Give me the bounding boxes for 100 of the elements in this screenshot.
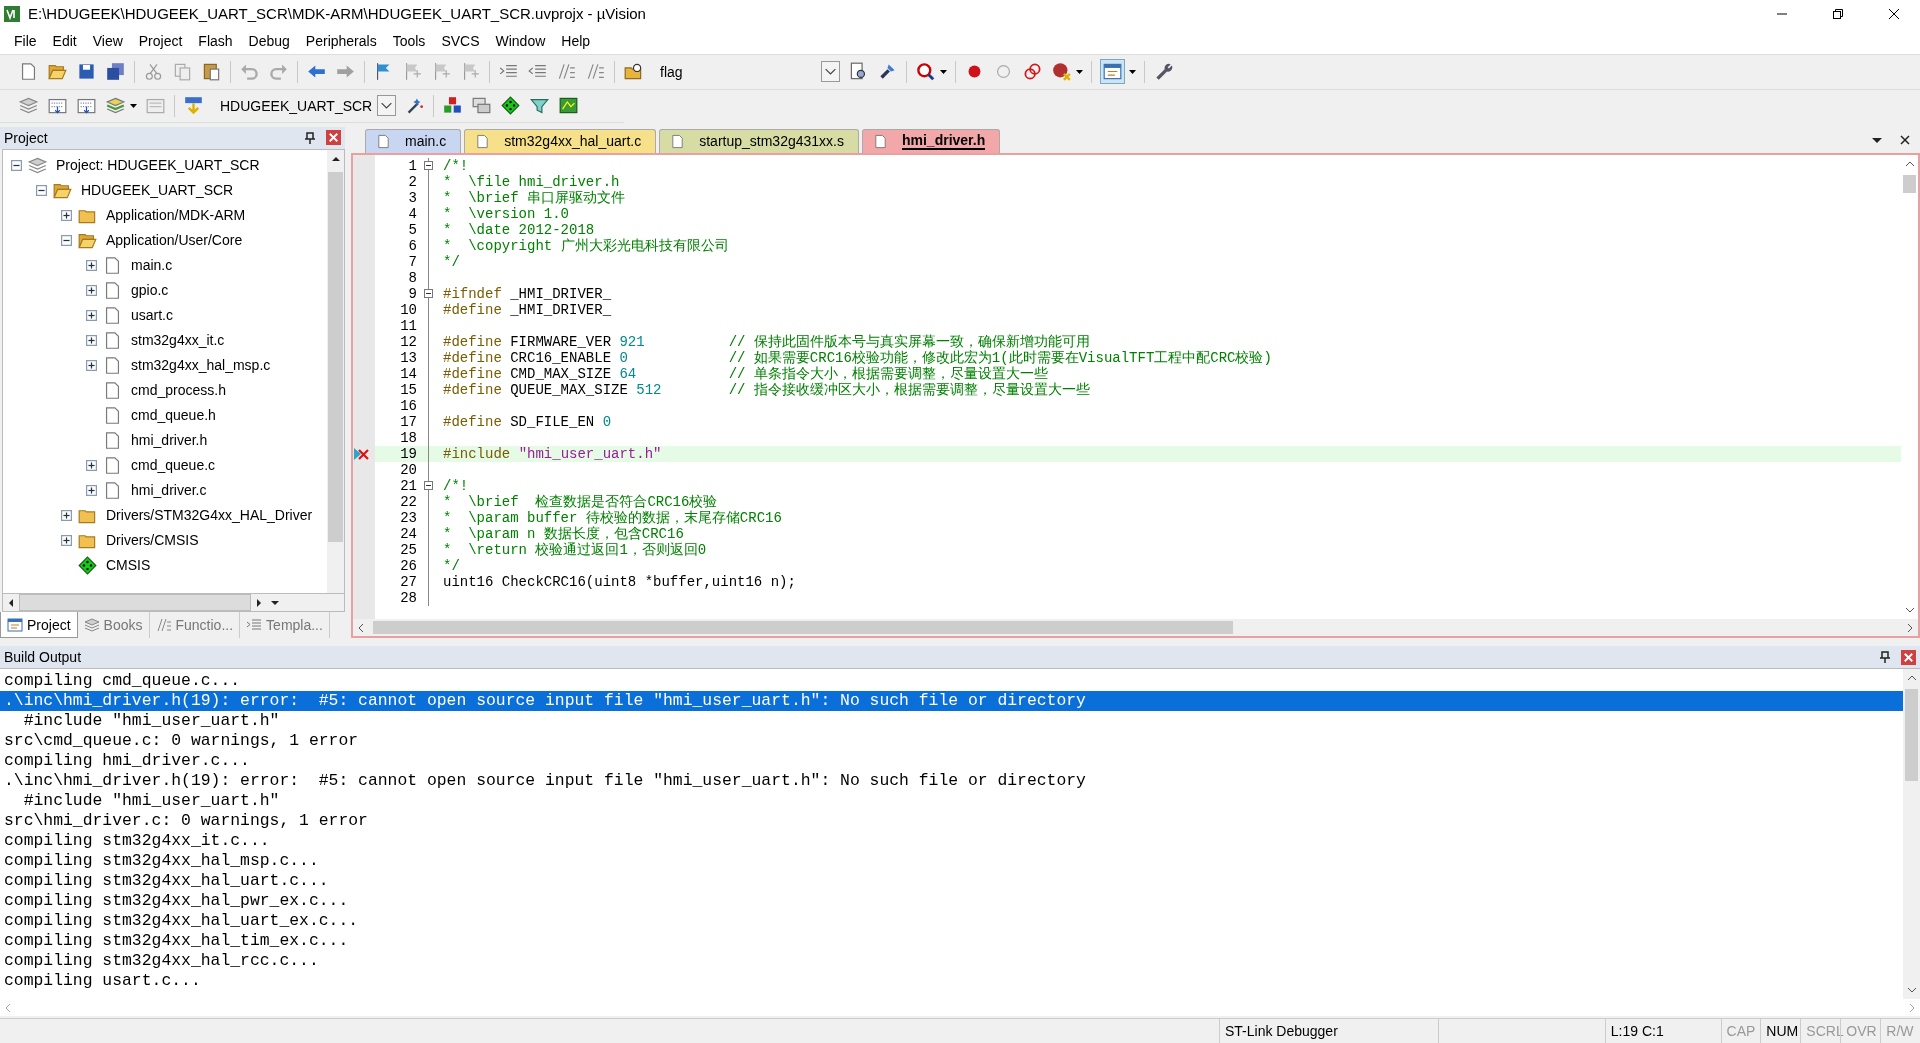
menu-item[interactable]: Tools bbox=[384, 30, 434, 51]
output-line[interactable]: compiling hmi_driver.c... bbox=[0, 751, 1903, 772]
diamond-icon[interactable] bbox=[501, 96, 520, 116]
output-line[interactable]: compiling cmd_queue.c... bbox=[0, 671, 1903, 692]
scroll-right-icon[interactable] bbox=[254, 597, 264, 608]
wrench-icon[interactable] bbox=[1154, 62, 1173, 82]
panel-tab[interactable]: Books bbox=[77, 612, 150, 639]
caret-icon[interactable] bbox=[940, 69, 947, 74]
panel-tab[interactable]: Templa... bbox=[240, 612, 330, 639]
download-icon[interactable] bbox=[184, 96, 203, 116]
output-line[interactable]: compiling stm32g4xx_it.c... bbox=[0, 831, 1903, 852]
menu-item[interactable]: Window bbox=[487, 30, 554, 51]
expand-icon[interactable] bbox=[86, 259, 97, 271]
find-in-file-icon[interactable] bbox=[849, 62, 868, 82]
tree-item[interactable]: CMSIS bbox=[106, 557, 151, 574]
expand-icon[interactable] bbox=[86, 359, 97, 371]
scroll-right-icon[interactable] bbox=[1905, 622, 1915, 633]
fold-toggle-icon[interactable] bbox=[424, 160, 433, 170]
close-icon[interactable] bbox=[1900, 134, 1910, 145]
tree-item[interactable]: Drivers/STM32G4xx_HAL_Driver bbox=[106, 507, 313, 524]
clear-breakpoint-icon[interactable] bbox=[1052, 62, 1071, 82]
menu-item[interactable]: Edit bbox=[44, 30, 85, 51]
output-line[interactable]: compiling stm32g4xx_hal_rcc.c... bbox=[0, 951, 1903, 972]
tree-item[interactable]: main.c bbox=[131, 257, 173, 274]
blocks-icon[interactable] bbox=[443, 96, 462, 116]
restore-icon[interactable] bbox=[1832, 8, 1844, 20]
tree-item[interactable]: hmi_driver.h bbox=[131, 432, 208, 449]
save-all-icon[interactable] bbox=[106, 62, 125, 82]
scroll-thumb[interactable] bbox=[1905, 689, 1918, 782]
paste-icon[interactable] bbox=[202, 62, 221, 82]
rings-icon[interactable] bbox=[1023, 62, 1042, 82]
tree-item[interactable]: cmd_queue.c bbox=[131, 457, 216, 474]
tree-item[interactable]: cmd_process.h bbox=[131, 382, 226, 399]
menu-item[interactable]: Peripherals bbox=[297, 30, 385, 51]
output-line[interactable]: src\hmi_driver.c: 0 warnings, 1 error bbox=[0, 811, 1903, 832]
expand-icon[interactable] bbox=[61, 209, 72, 221]
tree-item[interactable]: Application/User/Core bbox=[106, 232, 243, 249]
expand-icon[interactable] bbox=[86, 459, 97, 471]
fold-toggle-icon[interactable] bbox=[424, 288, 433, 298]
output-line[interactable]: #include "hmi_user_uart.h" bbox=[0, 791, 1903, 812]
tree-item[interactable]: gpio.c bbox=[131, 282, 169, 299]
expand-icon[interactable] bbox=[86, 334, 97, 346]
output-line[interactable]: compiling stm32g4xx_hal_msp.c... bbox=[0, 851, 1903, 872]
output-line[interactable]: compiling stm32g4xx_hal_pwr_ex.c... bbox=[0, 891, 1903, 912]
collapse-icon[interactable] bbox=[11, 159, 22, 171]
save-icon[interactable] bbox=[77, 62, 96, 82]
comment-icon[interactable] bbox=[586, 62, 605, 82]
file-tab[interactable]: startup_stm32g431xx.s bbox=[659, 128, 859, 153]
scroll-left-icon[interactable] bbox=[356, 622, 366, 633]
menu-item[interactable]: SVCS bbox=[433, 30, 488, 51]
layers-icon[interactable] bbox=[19, 96, 38, 116]
file-tab[interactable]: main.c bbox=[365, 128, 462, 153]
output-line[interactable]: .\inc\hmi_driver.h(19): error: #5: cannot open source input file "hmi_user_uart.h": No such file or directory bbox=[0, 771, 1903, 792]
menu-item[interactable]: File bbox=[6, 30, 45, 51]
collapse-icon[interactable] bbox=[36, 184, 47, 196]
scroll-thumb[interactable] bbox=[328, 171, 343, 542]
menu-item[interactable]: Help bbox=[553, 30, 599, 51]
tree-item[interactable]: Project: HDUGEEK_UART_SCR bbox=[56, 157, 260, 174]
vertical-scrollbar[interactable] bbox=[1903, 669, 1920, 999]
tree-item[interactable]: HDUGEEK_UART_SCR bbox=[81, 182, 234, 199]
scroll-thumb[interactable] bbox=[373, 621, 1233, 635]
expand-icon[interactable] bbox=[61, 534, 72, 546]
caret-icon[interactable] bbox=[1129, 69, 1136, 74]
scroll-thumb[interactable] bbox=[1903, 174, 1916, 193]
open-folder-icon[interactable] bbox=[48, 62, 67, 82]
output-line[interactable]: compiling stm32g4xx_hal_uart_ex.c... bbox=[0, 911, 1903, 932]
menu-item[interactable]: Project bbox=[130, 30, 191, 51]
output-line[interactable]: compiling usart.c... bbox=[0, 971, 1903, 992]
expand-icon[interactable] bbox=[86, 484, 97, 496]
caret-icon[interactable] bbox=[1076, 69, 1083, 74]
output-line[interactable]: #include "hmi_user_uart.h" bbox=[0, 711, 1903, 732]
expand-icon[interactable] bbox=[86, 284, 97, 296]
tree-item[interactable]: usart.c bbox=[131, 307, 173, 324]
search-icon[interactable] bbox=[916, 62, 935, 82]
horizontal-scrollbar[interactable] bbox=[2, 594, 345, 613]
panel-tab[interactable]: Project bbox=[0, 612, 78, 639]
menu-item[interactable]: View bbox=[84, 30, 131, 51]
tree-item[interactable]: hmi_driver.c bbox=[131, 482, 207, 499]
scroll-down-icon[interactable] bbox=[1906, 985, 1917, 995]
panel-tab[interactable]: Functio... bbox=[149, 612, 241, 639]
vertical-scrollbar[interactable] bbox=[327, 149, 344, 594]
package-icon[interactable] bbox=[559, 96, 578, 116]
horizontal-scrollbar[interactable] bbox=[353, 619, 1918, 637]
build-icon[interactable] bbox=[77, 96, 96, 116]
build-icon[interactable] bbox=[48, 96, 67, 116]
menu-item[interactable]: Flash bbox=[190, 30, 241, 51]
close-icon[interactable] bbox=[1888, 8, 1900, 20]
tree-item[interactable]: Drivers/CMSIS bbox=[106, 532, 199, 549]
output-line[interactable]: src\cmd_queue.c: 0 warnings, 1 error bbox=[0, 731, 1903, 752]
windows-icon[interactable] bbox=[472, 96, 491, 116]
file-tab[interactable]: hmi_driver.h bbox=[861, 128, 1001, 153]
funnel-icon[interactable] bbox=[530, 96, 549, 116]
expand-icon[interactable] bbox=[61, 509, 72, 521]
comment-icon[interactable] bbox=[557, 62, 576, 82]
output-line[interactable]: compiling stm32g4xx_hal_uart.c... bbox=[0, 871, 1903, 892]
window-icon[interactable] bbox=[1101, 60, 1124, 84]
output-line[interactable]: compiling stm32g4xx_hal_tim_ex.c... bbox=[0, 931, 1903, 952]
fold-toggle-icon[interactable] bbox=[424, 480, 433, 490]
find-folder-icon[interactable] bbox=[624, 62, 643, 82]
wand-icon[interactable] bbox=[405, 96, 424, 116]
